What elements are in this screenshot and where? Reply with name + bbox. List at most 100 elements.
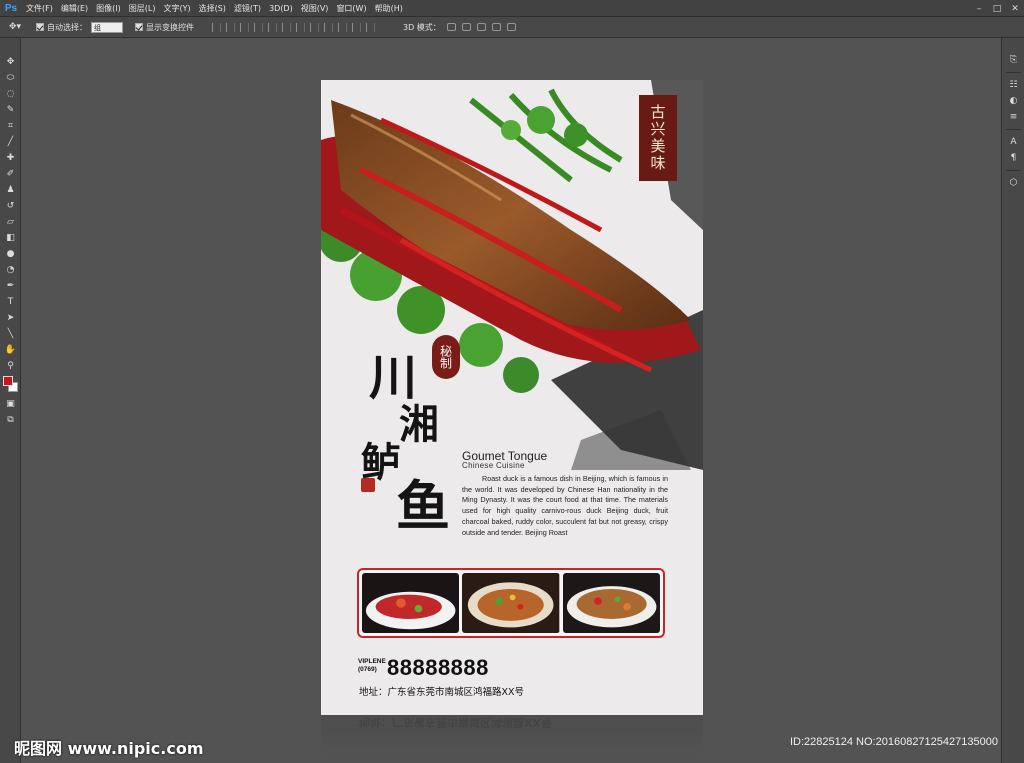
menu-image[interactable]: 图像(I) bbox=[92, 3, 125, 14]
show-transform-checkbox[interactable] bbox=[135, 23, 143, 31]
address-text: 地址：广东省东莞市南城区鸿福路XX号 bbox=[359, 687, 525, 698]
3d-panel-icon[interactable]: ⬡ bbox=[1002, 175, 1024, 191]
dish-name-char-2: 湘 bbox=[399, 401, 439, 448]
adjustments-panel-icon[interactable]: ◐ bbox=[1002, 93, 1024, 109]
foreground-color-swatch[interactable] bbox=[3, 376, 13, 386]
align-right-icon[interactable] bbox=[282, 22, 291, 32]
phone-label-line-1: VIPLENE bbox=[358, 658, 386, 665]
dock-divider bbox=[1005, 170, 1021, 171]
align-vcenter-icon[interactable] bbox=[226, 22, 235, 32]
auto-select-label: 自动选择： bbox=[47, 22, 87, 32]
distribute-left-icon[interactable] bbox=[338, 22, 347, 32]
line-tool-icon[interactable]: ╲ bbox=[0, 326, 21, 342]
menu-select[interactable]: 选择(S) bbox=[195, 3, 230, 14]
menu-view[interactable]: 视图(V) bbox=[297, 3, 333, 14]
align-left-icon[interactable] bbox=[254, 22, 263, 32]
history-panel-icon[interactable]: ⎘ bbox=[1002, 52, 1024, 68]
poster-subtitle-en: Chinese Cuisine bbox=[462, 461, 525, 470]
site-watermark: 昵图网 www.nipic.com bbox=[14, 739, 204, 758]
menu-edit[interactable]: 编辑(E) bbox=[57, 3, 92, 14]
reflection-text: 地址：广东省东莞市南城区鸿福路XX号 bbox=[359, 716, 552, 729]
dish-name-char-4: 鱼 bbox=[396, 474, 450, 538]
align-top-icon[interactable] bbox=[212, 22, 221, 32]
dodge-tool-icon[interactable]: ◔ bbox=[0, 262, 21, 278]
healing-brush-tool-icon[interactable]: ✚ bbox=[0, 150, 21, 166]
hand-tool-icon[interactable]: ✋ bbox=[0, 342, 21, 358]
menu-help[interactable]: 帮助(H) bbox=[371, 3, 407, 14]
brush-tool-icon[interactable]: ✐ bbox=[0, 166, 21, 182]
lasso-tool-icon[interactable]: ◌ bbox=[0, 86, 21, 102]
menu-window[interactable]: 窗口(W) bbox=[332, 3, 370, 14]
distribute-bottom-icon[interactable] bbox=[324, 22, 333, 32]
dish-thumbnails bbox=[357, 568, 665, 638]
minimize-button[interactable]: – bbox=[970, 0, 988, 17]
type-tool-icon[interactable]: T bbox=[0, 294, 21, 310]
phone-number: 88888888 bbox=[387, 655, 489, 680]
close-button[interactable]: ✕ bbox=[1006, 0, 1024, 17]
paint-bucket-tool-icon[interactable]: ◧ bbox=[0, 230, 21, 246]
3d-roll-icon[interactable] bbox=[461, 23, 471, 31]
flavor-badge: 古兴美味 bbox=[639, 95, 677, 181]
poster-description: Roast duck is a famous dish in Beijing, … bbox=[462, 474, 668, 537]
align-hcenter-icon[interactable] bbox=[268, 22, 277, 32]
move-tool-icon[interactable]: ✥ bbox=[0, 54, 21, 70]
show-transform-label: 显示变换控件 bbox=[146, 22, 194, 32]
eraser-tool-icon[interactable]: ▱ bbox=[0, 214, 21, 230]
3d-slide-icon[interactable] bbox=[491, 23, 501, 31]
distribute-top-icon[interactable] bbox=[296, 22, 305, 32]
quick-mask-icon[interactable]: ▣ bbox=[0, 396, 21, 412]
phone-label: VIPLENE (0769) bbox=[358, 658, 386, 674]
marquee-tool-icon[interactable]: ⬭ bbox=[0, 70, 21, 86]
auto-select-checkbox[interactable] bbox=[36, 23, 44, 31]
3d-scale-icon[interactable] bbox=[506, 23, 516, 31]
properties-panel-icon[interactable]: ☷ bbox=[1002, 77, 1024, 93]
pen-tool-icon[interactable]: ✒ bbox=[0, 278, 21, 294]
blur-tool-icon[interactable]: ● bbox=[0, 246, 21, 262]
crop-tool-icon[interactable]: ⌗ bbox=[0, 118, 21, 134]
dock-divider bbox=[1005, 72, 1021, 73]
move-tool-preset-icon[interactable]: ✥▾ bbox=[0, 22, 30, 32]
auto-select-dropdown[interactable]: 组 bbox=[91, 21, 123, 33]
clone-stamp-tool-icon[interactable]: ♟ bbox=[0, 182, 21, 198]
menu-layer[interactable]: 图层(L) bbox=[125, 3, 160, 14]
menu-bar: Ps 文件(F) 编辑(E) 图像(I) 图层(L) 文字(Y) 选择(S) 滤… bbox=[0, 0, 1024, 17]
panel-dock: ⎘ ☷ ◐ ≡ A ¶ ⬡ bbox=[1001, 38, 1024, 763]
character-panel-icon[interactable]: A bbox=[1002, 134, 1024, 150]
screen-mode-icon[interactable]: ⧉ bbox=[0, 412, 21, 428]
app-logo: Ps bbox=[4, 2, 18, 14]
3d-mode-label: 3D 模式： bbox=[403, 22, 441, 32]
quick-select-tool-icon[interactable]: ✎ bbox=[0, 102, 21, 118]
dish-thumbnail-1 bbox=[362, 573, 460, 633]
red-stamp-icon bbox=[361, 478, 375, 492]
align-bottom-icon[interactable] bbox=[240, 22, 249, 32]
paragraph-panel-icon[interactable]: ¶ bbox=[1002, 150, 1024, 166]
document-canvas[interactable]: 古兴美味 秘制 川 湘 鲈 鱼 Goumet Tongue Chinese Cu… bbox=[321, 80, 703, 715]
dish-thumbnail-2 bbox=[462, 573, 560, 633]
dish-thumbnail-3 bbox=[562, 573, 660, 633]
image-id-watermark: ID:22825124 NO:20160827125427135000 bbox=[790, 736, 998, 748]
distribute-hcenter-icon[interactable] bbox=[352, 22, 361, 32]
menu-file[interactable]: 文件(F) bbox=[22, 3, 57, 14]
options-bar: ✥▾ 自动选择： 组 显示变换控件 3D 模式： bbox=[0, 17, 1024, 38]
vertical-caption bbox=[379, 474, 389, 514]
3d-rotate-icon[interactable] bbox=[446, 23, 456, 31]
distribute-right-icon[interactable] bbox=[366, 22, 375, 32]
path-select-tool-icon[interactable]: ➤ bbox=[0, 310, 21, 326]
phone-label-line-2: (0769) bbox=[358, 666, 377, 673]
dock-divider bbox=[1005, 129, 1021, 130]
distribute-vcenter-icon[interactable] bbox=[310, 22, 319, 32]
eyedropper-tool-icon[interactable]: ╱ bbox=[0, 134, 21, 150]
zoom-tool-icon[interactable]: ⚲ bbox=[0, 358, 21, 374]
menu-type[interactable]: 文字(Y) bbox=[159, 3, 194, 14]
maximize-button[interactable]: □ bbox=[988, 0, 1006, 17]
channels-panel-icon[interactable]: ≡ bbox=[1002, 109, 1024, 125]
menu-filter[interactable]: 滤镜(T) bbox=[230, 3, 265, 14]
history-brush-tool-icon[interactable]: ↺ bbox=[0, 198, 21, 214]
tools-panel: ✥ ⬭ ◌ ✎ ⌗ ╱ ✚ ✐ ♟ ↺ ▱ ◧ ● ◔ ✒ T ➤ ╲ ✋ ⚲ … bbox=[0, 38, 21, 763]
menu-3d[interactable]: 3D(D) bbox=[265, 4, 297, 13]
3d-mode-group: 3D 模式： bbox=[403, 22, 516, 33]
3d-pan-icon[interactable] bbox=[476, 23, 486, 31]
align-buttons bbox=[212, 22, 375, 32]
color-swatches[interactable] bbox=[0, 374, 20, 396]
canvas-reflection: 地址：广东省东莞市南城区鸿福路XX号 bbox=[321, 715, 703, 763]
